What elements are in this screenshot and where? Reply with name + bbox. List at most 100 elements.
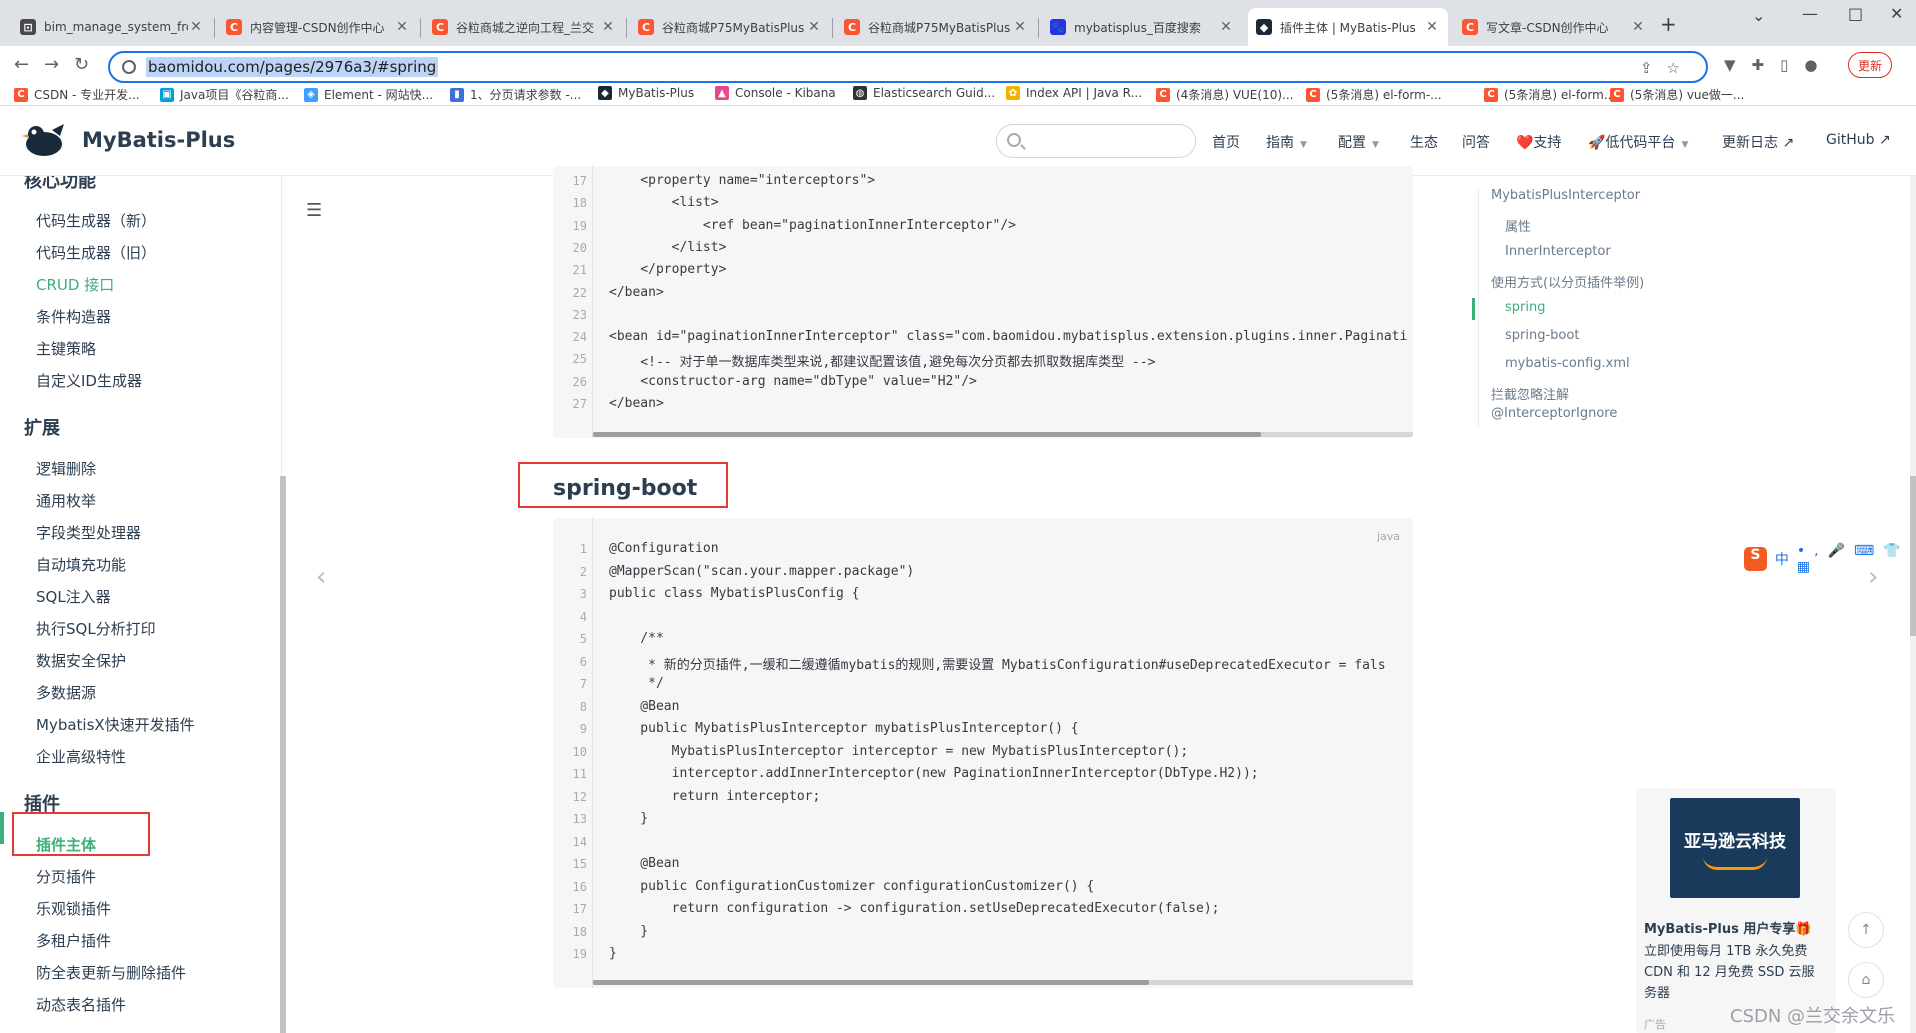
toc-item[interactable]: 拦截忽略注解 <box>1491 384 1569 403</box>
ad-card[interactable]: 亚马逊云科技 MyBatis-Plus 用户专享🎁 立即使用每月 1TB 永久免… <box>1636 788 1836 1033</box>
sidebar-item[interactable]: 多租户插件 <box>36 930 111 951</box>
tab-close-icon[interactable]: ✕ <box>394 19 410 35</box>
toc-item[interactable]: 属性 <box>1505 216 1531 235</box>
bookmark-favicon-icon: ◍ <box>853 86 867 100</box>
bookmark-item[interactable]: C (5条消息) vue做一... <box>1610 86 1744 103</box>
close-window-button[interactable]: ✕ <box>1890 4 1903 23</box>
toc-item[interactable]: 使用方式(以分页插件举例) <box>1491 272 1644 291</box>
ime-mode-label[interactable]: 中 <box>1775 549 1789 569</box>
sidebar-item[interactable]: 防全表更新与删除插件 <box>36 962 186 983</box>
browser-tab[interactable]: 🐾 mybatisplus_百度搜索 ✕ <box>1042 8 1242 46</box>
page-scrollbar[interactable] <box>1910 176 1916 1033</box>
new-tab-button[interactable]: + <box>1660 12 1677 36</box>
nav-link[interactable]: 问答 <box>1462 132 1490 152</box>
search-input[interactable] <box>996 124 1196 158</box>
bookmark-item[interactable]: C CSDN - 专业开发... <box>14 86 140 103</box>
forward-icon[interactable]: → <box>44 54 59 75</box>
browser-tab[interactable]: C 写文章-CSDN创作中心 ✕ <box>1454 8 1654 46</box>
toc-item[interactable]: spring-boot <box>1505 328 1579 343</box>
page-scrollbar-thumb[interactable] <box>1910 476 1916 636</box>
bookmark-item[interactable]: C (5条消息) el-form... <box>1484 86 1615 103</box>
sidebar-item[interactable]: 代码生成器（新） <box>36 210 156 231</box>
ad-image[interactable]: 亚马逊云科技 <box>1670 798 1800 898</box>
extension-icons[interactable]: ▼✚▯● <box>1724 56 1833 74</box>
update-button[interactable]: 更新 <box>1848 52 1892 78</box>
tab-close-icon[interactable]: ✕ <box>1012 19 1028 35</box>
bookmark-item[interactable]: ◈ Element - 网站快... <box>304 86 433 103</box>
bookmark-item[interactable]: ◆ MyBatis-Plus <box>598 86 694 100</box>
toc-item[interactable]: InnerInterceptor <box>1505 244 1611 259</box>
sidebar-item[interactable]: 自定义ID生成器 <box>36 370 142 391</box>
url-bar[interactable]: baomidou.com/pages/2976a3/#spring ⇪☆ <box>108 51 1708 83</box>
theme-toggle-icon[interactable]: ⌂ <box>1848 962 1884 998</box>
sidebar-item[interactable]: 数据安全保护 <box>36 650 126 671</box>
toc-item[interactable]: mybatis-config.xml <box>1505 356 1630 371</box>
bookmark-item[interactable]: C (4条消息) VUE(10)... <box>1156 86 1293 103</box>
bookmark-item[interactable]: ▣ Java项目《谷粒商... <box>160 86 289 103</box>
back-icon[interactable]: ← <box>14 54 29 75</box>
ime-tools-icons[interactable]: •,🎤⌨👕▦ <box>1797 543 1916 575</box>
browser-tab[interactable]: ◆ 插件主体 | MyBatis-Plus ✕ <box>1248 8 1448 46</box>
bookmark-item[interactable]: ◍ Elasticsearch Guid... <box>853 86 995 100</box>
bookmark-item[interactable]: C (5条消息) el-form-... <box>1306 86 1442 103</box>
nav-link[interactable]: ❤️支持 <box>1516 132 1561 152</box>
sidebar-item[interactable]: 通用枚举 <box>36 490 96 511</box>
nav-link[interactable]: 生态 <box>1410 132 1438 152</box>
sidebar-item[interactable]: 字段类型处理器 <box>36 522 141 543</box>
nav-link[interactable]: 首页 <box>1212 132 1240 152</box>
sidebar-item[interactable]: 主键策略 <box>36 338 96 359</box>
sidebar-item[interactable]: 代码生成器（旧） <box>36 242 156 263</box>
sidebar-toggle-icon[interactable]: ☰ <box>306 200 322 221</box>
sidebar-item[interactable]: 乐观锁插件 <box>36 898 111 919</box>
code-scrollbar[interactable] <box>593 432 1261 437</box>
reload-icon[interactable]: ↻ <box>74 54 89 75</box>
sidebar-item[interactable]: 逻辑删除 <box>36 458 96 479</box>
nav-link[interactable]: 指南 ▼ <box>1266 132 1307 152</box>
sogou-logo-icon[interactable]: S <box>1744 547 1767 571</box>
code-scrollbar[interactable] <box>593 980 1149 985</box>
bookmark-item[interactable]: ✿ Index API | Java R... <box>1006 86 1142 100</box>
browser-tab[interactable]: C 谷粒商城P75MyBatisPlus ✕ <box>630 8 830 46</box>
bookmark-item[interactable]: ▲ Console - Kibana <box>715 86 836 100</box>
back-to-top-icon[interactable]: ↑ <box>1848 912 1884 948</box>
mybatis-plus-logo-icon[interactable] <box>22 120 66 160</box>
ime-toolbar[interactable]: S 中 •,🎤⌨👕▦ <box>1744 543 1916 575</box>
tab-close-icon[interactable]: ✕ <box>188 19 204 35</box>
nav-link[interactable]: 配置 ▼ <box>1338 132 1379 152</box>
maximize-button[interactable]: □ <box>1848 4 1863 23</box>
minimize-button[interactable]: — <box>1802 4 1818 23</box>
tab-close-icon[interactable]: ✕ <box>1630 19 1646 35</box>
tab-close-icon[interactable]: ✕ <box>1424 19 1440 35</box>
toc-item[interactable]: MybatisPlusInterceptor <box>1491 188 1640 203</box>
toc-item[interactable]: @InterceptorIgnore <box>1491 406 1617 421</box>
tab-search-icon[interactable]: ⌄ <box>1752 6 1765 25</box>
sidebar-item[interactable]: 条件构造器 <box>36 306 111 327</box>
sidebar-item[interactable]: CRUD 接口 <box>36 274 114 295</box>
browser-tab[interactable]: ⊡ bim_manage_system_fro ✕ <box>12 8 212 46</box>
omnibox-action-icons[interactable]: ⇪☆ <box>1640 59 1694 77</box>
sidebar-item[interactable]: 动态表名插件 <box>36 994 126 1015</box>
browser-tab[interactable]: C 谷粒商城之逆向工程_兰交 ✕ <box>424 8 624 46</box>
sidebar-item[interactable]: SQL注入器 <box>36 586 111 607</box>
nav-link[interactable]: 🚀低代码平台 ▼ <box>1588 132 1688 152</box>
url-text[interactable]: baomidou.com/pages/2976a3/#spring <box>146 57 439 77</box>
sidebar-item[interactable]: 自动填充功能 <box>36 554 126 575</box>
sidebar-item[interactable]: 多数据源 <box>36 682 96 703</box>
bookmark-item[interactable]: ▮ 1、分页请求参数 -... <box>450 86 581 103</box>
nav-link[interactable]: 更新日志 ↗ <box>1722 132 1794 152</box>
sidebar-item[interactable]: 执行SQL分析打印 <box>36 618 156 639</box>
browser-tab[interactable]: C 内容管理-CSDN创作中心 ✕ <box>218 8 418 46</box>
tab-close-icon[interactable]: ✕ <box>806 19 822 35</box>
ad-title[interactable]: MyBatis-Plus 用户专享🎁 <box>1644 918 1812 937</box>
sidebar-item[interactable]: 分页插件 <box>36 866 96 887</box>
tab-close-icon[interactable]: ✕ <box>1218 19 1234 35</box>
nav-link[interactable]: GitHub ↗ <box>1826 132 1891 148</box>
sidebar-item[interactable]: MybatisX快速开发插件 <box>36 714 195 735</box>
sidebar-scrollbar[interactable] <box>280 476 286 1033</box>
site-title[interactable]: MyBatis-Plus <box>82 128 235 152</box>
toc-item[interactable]: spring <box>1505 300 1545 315</box>
browser-tab[interactable]: C 谷粒商城P75MyBatisPlus ✕ <box>836 8 1036 46</box>
tab-close-icon[interactable]: ✕ <box>600 19 616 35</box>
sidebar-item[interactable]: 企业高级特性 <box>36 746 126 767</box>
prev-page-icon[interactable]: ‹ <box>316 562 326 592</box>
